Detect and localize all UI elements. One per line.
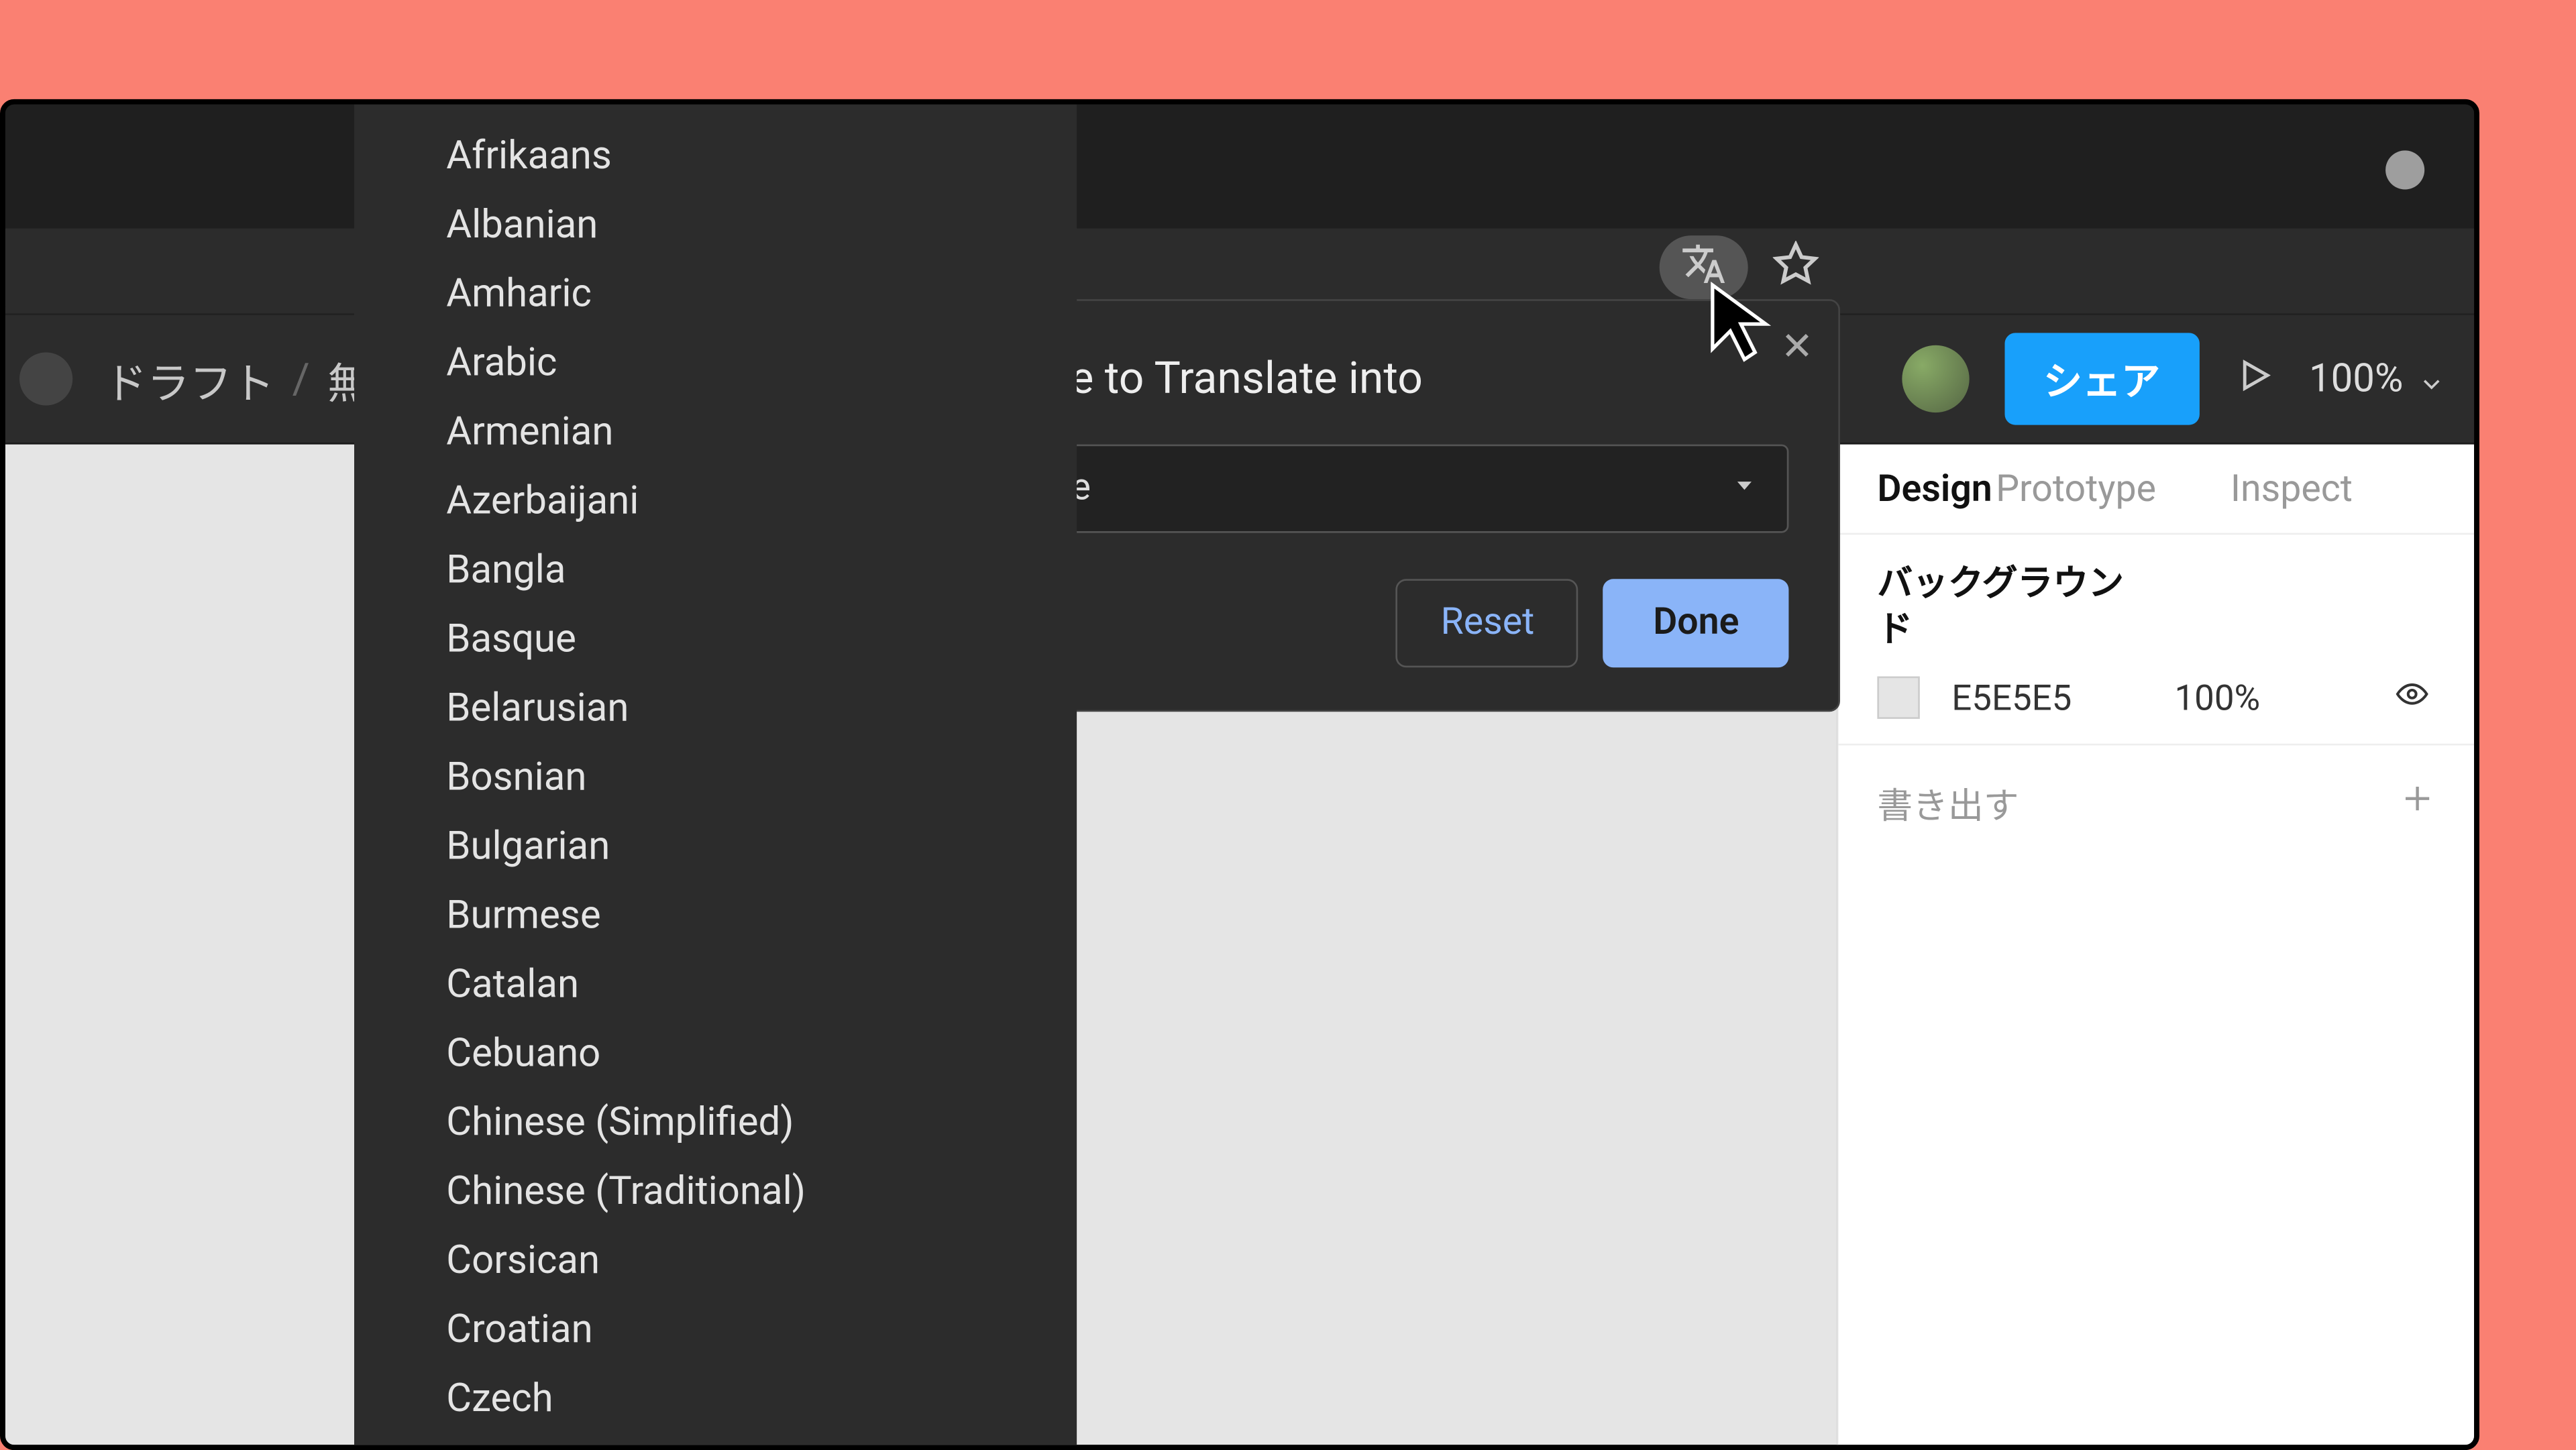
language-option[interactable]: Afrikaans xyxy=(354,122,1077,191)
done-button[interactable]: Done xyxy=(1603,579,1788,667)
language-option[interactable]: Croatian xyxy=(354,1296,1077,1365)
right-panel: Design Prototype Inspect バックグラウンド E5E5E5… xyxy=(1837,445,2474,1445)
cursor-icon xyxy=(1702,278,1787,370)
avatar[interactable] xyxy=(1902,345,1969,412)
tab-design[interactable]: Design xyxy=(1877,469,1992,512)
background-section: バックグラウンド E5E5E5 100% xyxy=(1838,535,2474,745)
color-hex[interactable]: E5E5E5 xyxy=(1951,676,2072,718)
color-swatch[interactable] xyxy=(1877,676,1919,718)
present-icon[interactable] xyxy=(2235,356,2273,402)
language-option[interactable]: Cebuano xyxy=(354,1020,1077,1089)
chevron-down-icon xyxy=(2418,365,2446,393)
language-option[interactable]: Czech xyxy=(354,1365,1077,1434)
tab-inspect[interactable]: Inspect xyxy=(2231,469,2353,512)
background-label: バックグラウンド xyxy=(1877,559,2143,651)
language-option[interactable]: Basque xyxy=(354,606,1077,675)
language-dropdown[interactable]: AfrikaansAlbanianAmharicArabicArmenianAz… xyxy=(354,105,1077,1445)
language-option[interactable]: Bosnian xyxy=(354,744,1077,813)
zoom-value: 100% xyxy=(2309,357,2403,401)
app-window: ドラフト / 無題 シェア 100% Des xyxy=(0,99,2479,1450)
panel-tabs: Design Prototype Inspect xyxy=(1838,445,2474,535)
language-option[interactable]: Albanian xyxy=(354,191,1077,260)
color-opacity[interactable]: 100% xyxy=(2174,676,2260,718)
language-option[interactable]: Amharic xyxy=(354,260,1077,329)
breadcrumb-drafts[interactable]: ドラフト xyxy=(105,348,274,410)
export-label: 書き出す xyxy=(1877,777,2019,829)
export-section: 書き出す xyxy=(1838,745,2474,860)
tab-menu-icon[interactable] xyxy=(2385,150,2424,189)
figma-logo-icon[interactable] xyxy=(19,352,72,405)
language-option[interactable]: Danish xyxy=(354,1434,1077,1445)
language-option[interactable]: Arabic xyxy=(354,329,1077,398)
language-option[interactable]: Corsican xyxy=(354,1227,1077,1296)
add-export-icon[interactable] xyxy=(2400,781,2435,825)
language-option[interactable]: Bulgarian xyxy=(354,813,1077,882)
language-option[interactable]: Armenian xyxy=(354,398,1077,467)
visibility-icon[interactable] xyxy=(2389,676,2435,718)
language-option[interactable]: Catalan xyxy=(354,951,1077,1020)
language-option[interactable]: Azerbaijani xyxy=(354,467,1077,537)
zoom-control[interactable]: 100% xyxy=(2309,357,2446,401)
share-button[interactable]: シェア xyxy=(2004,333,2199,425)
tab-prototype[interactable]: Prototype xyxy=(1996,469,2156,512)
reset-button[interactable]: Reset xyxy=(1397,579,1579,667)
language-option[interactable]: Belarusian xyxy=(354,675,1077,744)
language-option[interactable]: Chinese (Traditional) xyxy=(354,1158,1077,1227)
language-option[interactable]: Burmese xyxy=(354,882,1077,951)
caret-down-icon xyxy=(1730,467,1758,510)
breadcrumb-separator: / xyxy=(292,354,310,404)
language-option[interactable]: Chinese (Simplified) xyxy=(354,1089,1077,1158)
language-option[interactable]: Bangla xyxy=(354,537,1077,606)
